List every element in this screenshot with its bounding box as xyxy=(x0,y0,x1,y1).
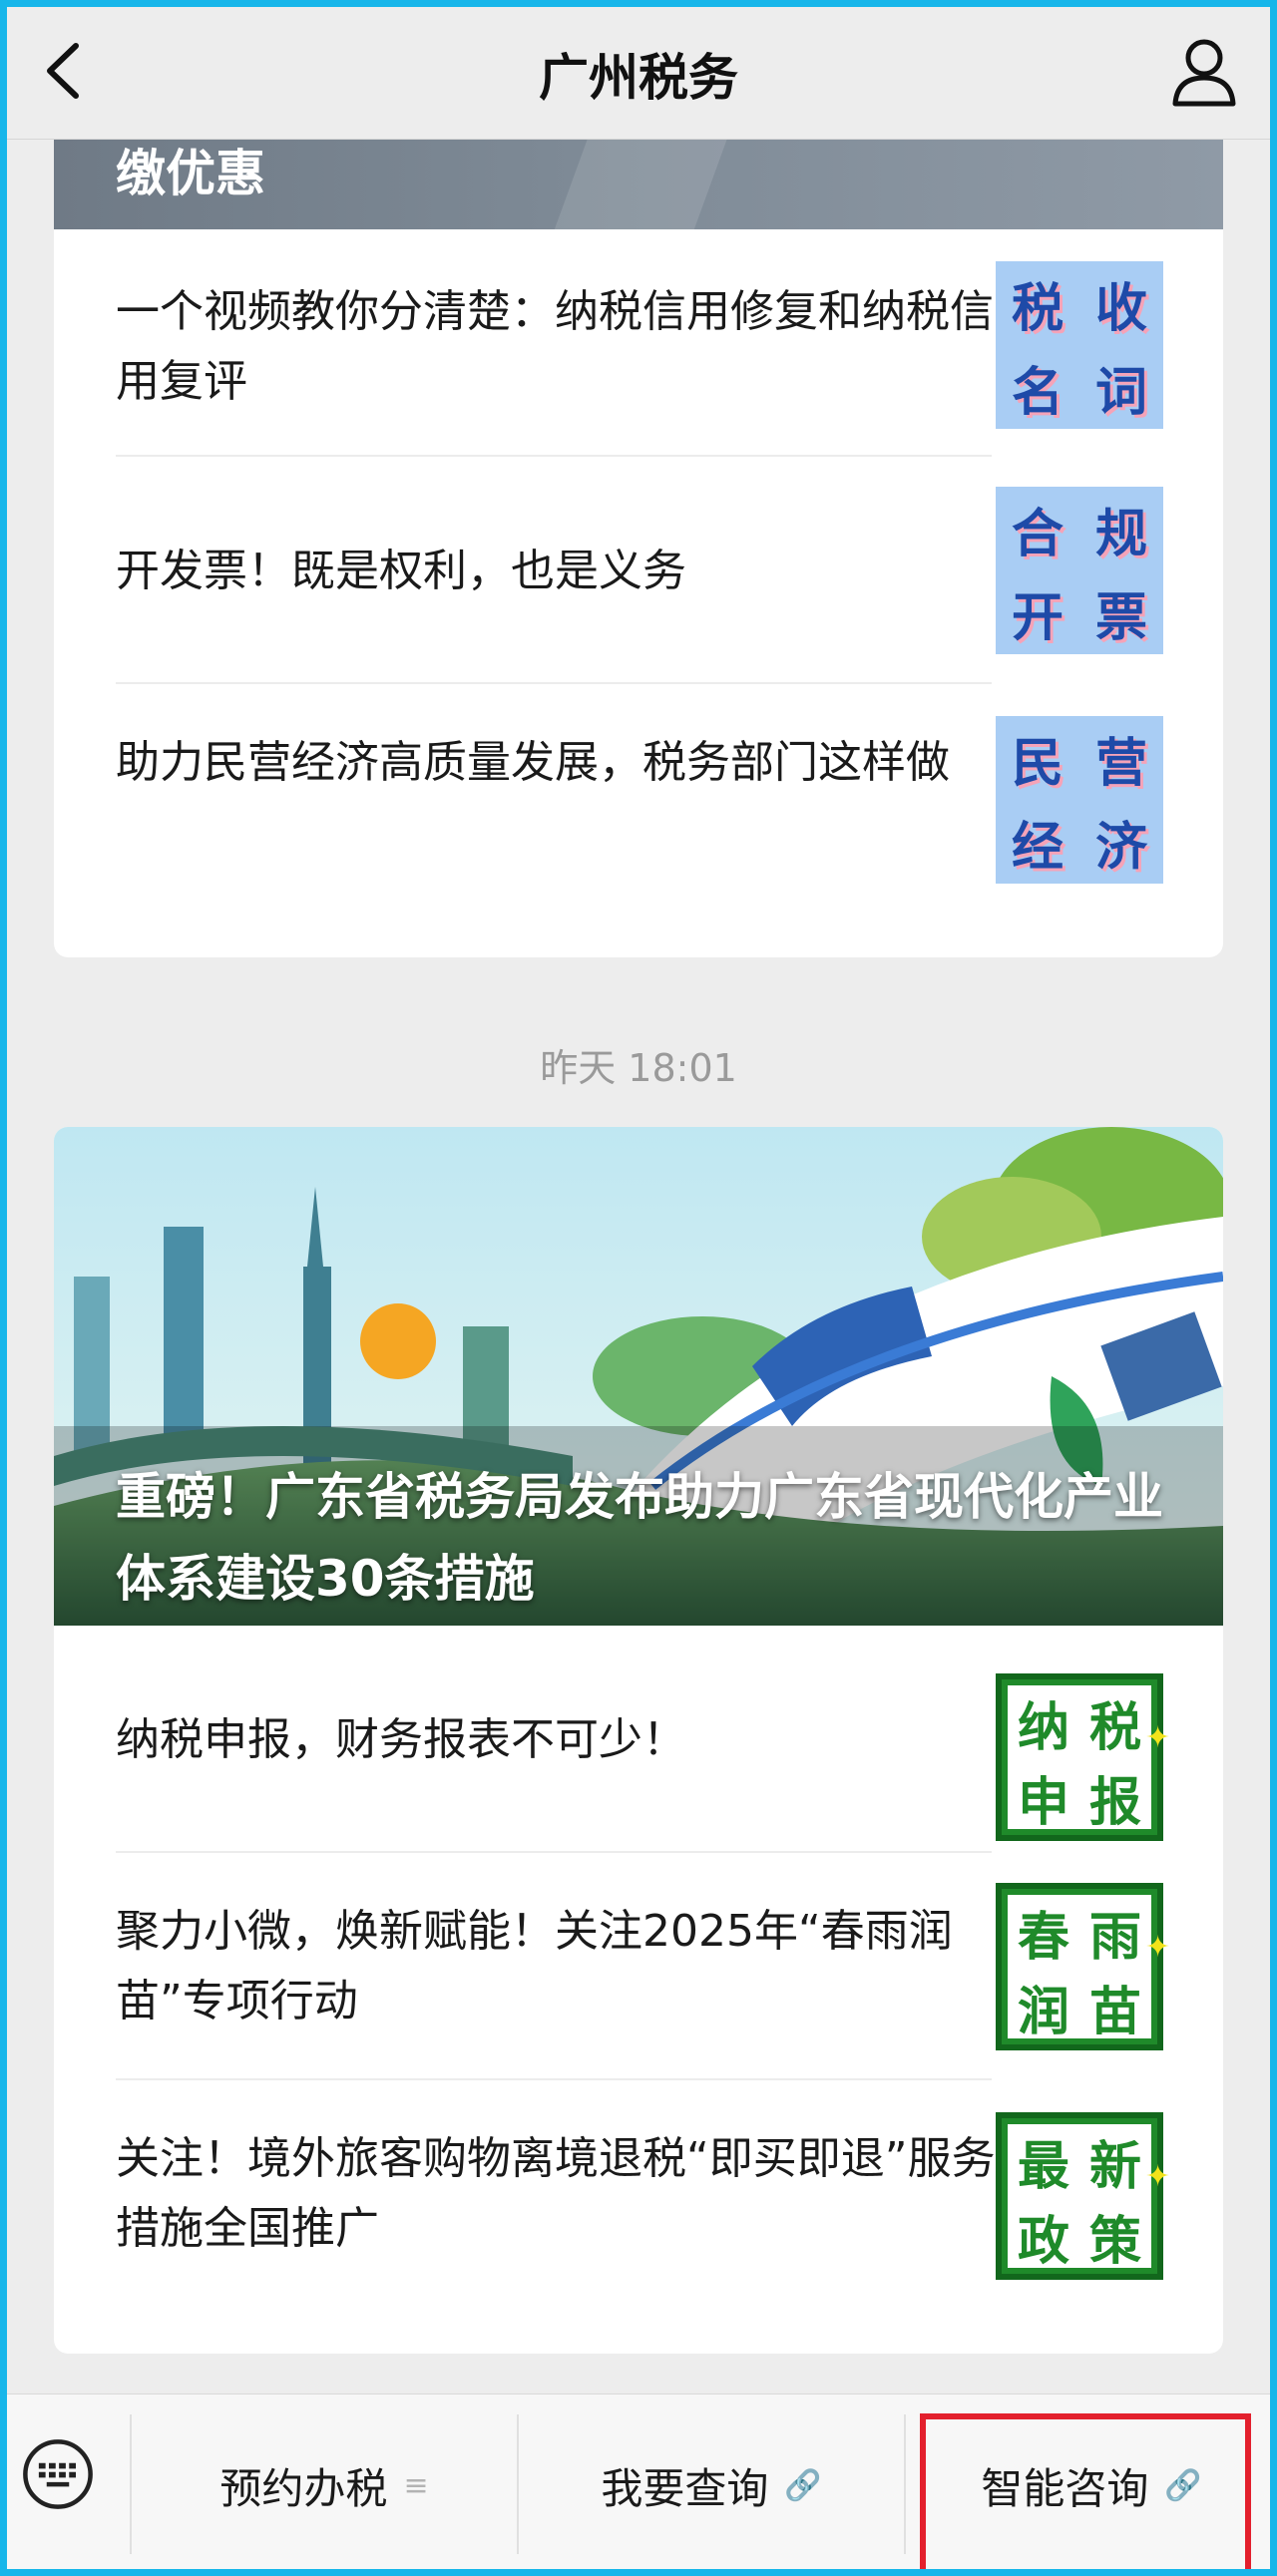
article-thumbnail: 纳税 申报 ✦ xyxy=(996,1673,1170,1841)
keyboard-icon[interactable] xyxy=(22,2438,94,2510)
article-title: 纳税申报，财务报表不可少！ xyxy=(116,1714,686,1765)
article-card-1: 缴优惠 一个视频教你分清楚：纳税信用修复和纳税信用复评 税收 名词 开发票！既是… xyxy=(54,120,1223,957)
article-thumbnail: 民营 经济 xyxy=(996,716,1163,884)
hero-article[interactable]: 重磅！广东省税务局发布助力广东省现代化产业体系建设30条措施 xyxy=(54,1127,1223,1626)
article-thumbnail: 合规 开票 xyxy=(996,487,1163,654)
list-item[interactable]: 一个视频教你分清楚：纳税信用修复和纳税信用复评 税收 名词 xyxy=(54,229,1223,457)
list-item[interactable]: 助力民营经济高质量发展，税务部门这样做 民营 经济 xyxy=(54,684,1223,912)
article-title: 关注！境外旅客购物离境退税“即买即退”服务措施全国推广 xyxy=(116,2133,996,2254)
article-thumbnail: 税收 名词 xyxy=(996,261,1163,429)
user-profile-icon[interactable] xyxy=(1169,34,1239,110)
list-item[interactable]: 开发票！既是权利，也是义务 合规 开票 xyxy=(54,457,1223,684)
star-icon: ✦ xyxy=(1145,1930,1171,1965)
page-title: 广州税务 xyxy=(539,49,738,107)
article-title: 开发票！既是权利，也是义务 xyxy=(116,546,686,596)
menu-item-smart-consult[interactable]: 智能咨询 🔗 xyxy=(906,2394,1277,2576)
link-icon: 🔗 xyxy=(1164,2468,1202,2503)
list-item[interactable]: 关注！境外旅客购物离境退税“即买即退”服务措施全国推广 最新 政策 ✦ xyxy=(54,2080,1223,2308)
nav-bar: 广州税务 xyxy=(0,0,1277,140)
hero-title: 重磅！广东省税务局发布助力广东省现代化产业体系建设30条措施 xyxy=(116,1468,1163,1608)
article-title: 一个视频教你分清楚：纳税信用修复和纳税信用复评 xyxy=(116,286,994,407)
link-icon: 🔗 xyxy=(784,2468,822,2503)
article-thumbnail: 春雨 润苗 ✦ xyxy=(996,1883,1170,2050)
star-icon: ✦ xyxy=(1145,1720,1171,1755)
article-thumbnail: 最新 政策 ✦ xyxy=(996,2112,1170,2280)
menu-item-appointment[interactable]: 预约办税 ≡ xyxy=(132,2394,517,2576)
article-title: 助力民营经济高质量发展，税务部门这样做 xyxy=(116,737,950,788)
article-title: 聚力小微，焕新赋能！关注2025年“春雨润苗”专项行动 xyxy=(116,1906,953,2026)
list-item[interactable]: 聚力小微，焕新赋能！关注2025年“春雨润苗”专项行动 春雨 润苗 ✦ xyxy=(54,1853,1223,2080)
banner-title: 缴优惠 xyxy=(116,145,265,202)
bottom-menu-bar: 预约办税 ≡ 我要查询 🔗 智能咨询 🔗 xyxy=(0,2393,1277,2576)
list-item[interactable]: 纳税申报，财务报表不可少！ 纳税 申报 ✦ xyxy=(54,1626,1223,1853)
menu-item-query[interactable]: 我要查询 🔗 xyxy=(519,2394,904,2576)
star-icon: ✦ xyxy=(1145,2159,1171,2194)
submenu-icon: ≡ xyxy=(403,2468,429,2503)
message-timestamp: 昨天 18:01 xyxy=(540,1046,737,1090)
article-card-2: 重磅！广东省税务局发布助力广东省现代化产业体系建设30条措施 纳税申报，财务报表… xyxy=(54,1127,1223,2354)
